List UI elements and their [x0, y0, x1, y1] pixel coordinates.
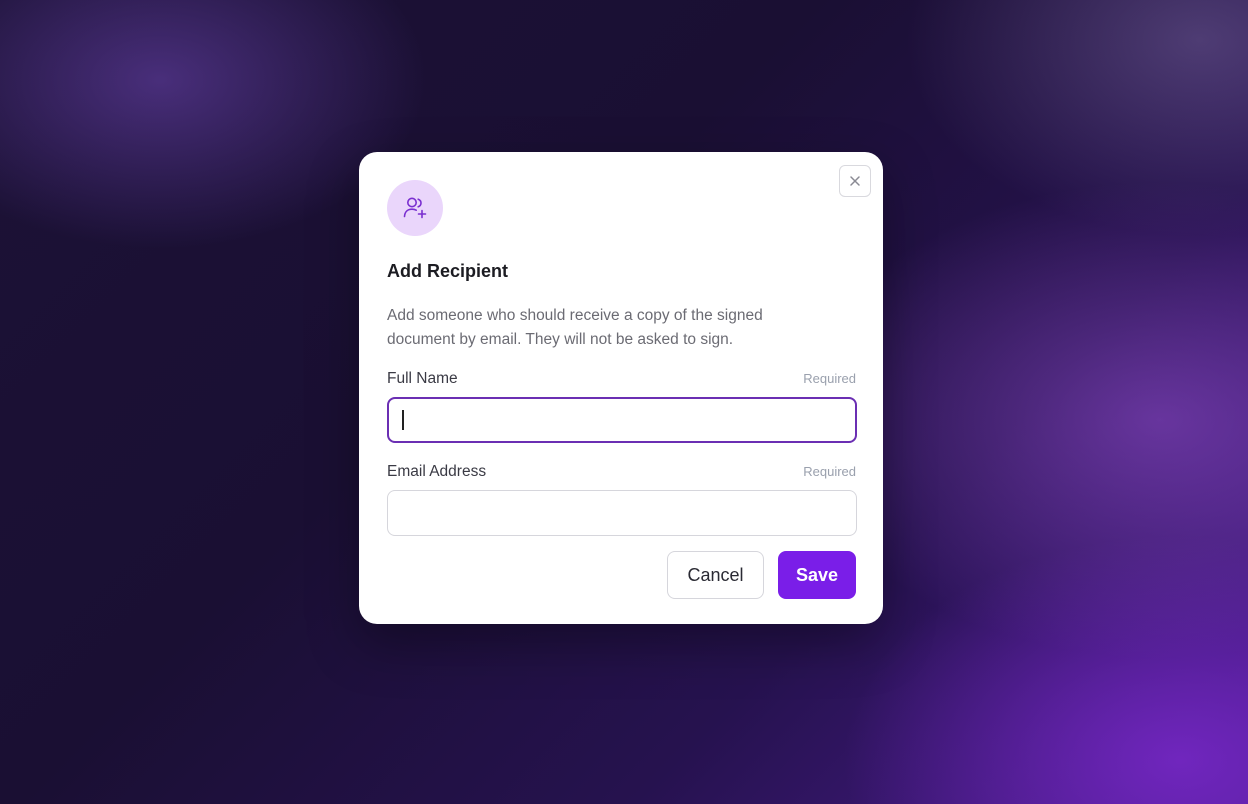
email-label: Email Address — [387, 463, 487, 480]
text-caret — [402, 410, 404, 430]
full-name-input[interactable] — [387, 397, 857, 443]
email-input[interactable] — [387, 490, 857, 536]
full-name-required-hint: Required — [803, 371, 856, 386]
full-name-label: Full Name — [387, 370, 458, 387]
add-recipient-dialog: Add Recipient Add someone who should rec… — [359, 152, 883, 624]
cancel-button[interactable]: Cancel — [667, 551, 764, 599]
dialog-description: Add someone who should receive a copy of… — [387, 307, 763, 348]
recipient-icon-badge — [387, 180, 443, 236]
dialog-title: Add Recipient — [387, 261, 509, 281]
close-button[interactable] — [839, 165, 871, 197]
close-icon — [850, 176, 860, 186]
dialog-actions: Cancel Save — [667, 551, 856, 599]
email-field: Email Address Required — [387, 463, 857, 536]
full-name-field: Full Name Required — [387, 370, 857, 443]
save-button[interactable]: Save — [778, 551, 856, 599]
user-plus-icon — [403, 197, 427, 219]
email-required-hint: Required — [803, 464, 856, 479]
